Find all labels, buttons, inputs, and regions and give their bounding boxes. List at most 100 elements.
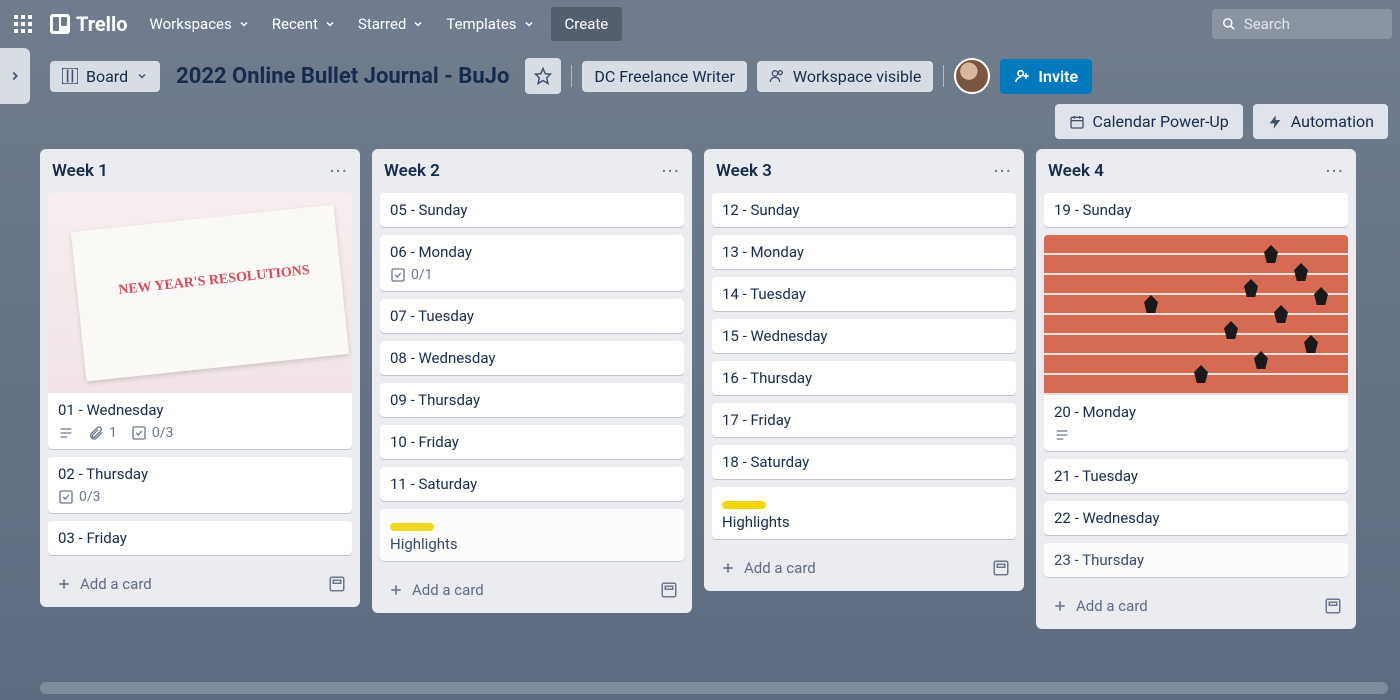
add-card-label: Add a card — [412, 581, 484, 599]
list-title[interactable]: Week 3 — [716, 161, 772, 181]
calendar-label: Calendar Power-Up — [1093, 112, 1229, 131]
search-input[interactable] — [1244, 15, 1382, 33]
card-title: 15 - Wednesday — [722, 327, 1006, 345]
divider — [571, 65, 572, 87]
card[interactable]: 07 - Tuesday — [380, 299, 684, 333]
top-nav: Trello WorkspacesRecentStarredTemplates … — [0, 0, 1400, 48]
search-box[interactable] — [1212, 9, 1392, 39]
nav-item-label: Recent — [272, 15, 318, 33]
automation-label: Automation — [1291, 112, 1374, 131]
nav-item-label: Workspaces — [150, 15, 232, 33]
nav-item-workspaces[interactable]: Workspaces — [140, 9, 260, 39]
list-title[interactable]: Week 1 — [52, 161, 108, 181]
card[interactable]: 17 - Friday — [712, 403, 1016, 437]
card-template-button[interactable] — [656, 577, 682, 603]
visibility-button[interactable]: Workspace visible — [757, 61, 934, 92]
card-title: 20 - Monday — [1054, 403, 1338, 421]
card[interactable]: 02 - Thursday0/3 — [48, 457, 352, 513]
card-template-button[interactable] — [1320, 593, 1346, 619]
card[interactable]: 22 - Wednesday — [1044, 501, 1348, 535]
card[interactable]: 08 - Wednesday — [380, 341, 684, 375]
card[interactable]: 14 - Tuesday — [712, 277, 1016, 311]
board-header: Board 2022 Online Bullet Journal - BuJo … — [0, 48, 1400, 104]
brand-logo[interactable]: Trello — [44, 8, 134, 40]
calendar-powerup-button[interactable]: Calendar Power-Up — [1055, 104, 1243, 139]
create-button[interactable]: Create — [551, 7, 623, 41]
card[interactable]: 12 - Sunday — [712, 193, 1016, 227]
add-card-label: Add a card — [744, 559, 816, 577]
nav-item-templates[interactable]: Templates — [436, 9, 544, 39]
card[interactable]: 18 - Saturday — [712, 445, 1016, 479]
list-menu-button[interactable]: ··· — [1325, 159, 1344, 183]
invite-button[interactable]: Invite — [1000, 59, 1092, 94]
card-title: 21 - Tuesday — [1054, 467, 1338, 485]
brand-name: Trello — [76, 12, 128, 36]
board-title[interactable]: 2022 Online Bullet Journal - BuJo — [170, 64, 515, 89]
card-label-yellow[interactable] — [390, 523, 434, 531]
card[interactable]: 16 - Thursday — [712, 361, 1016, 395]
card-title: 07 - Tuesday — [390, 307, 674, 325]
card-cover-image — [48, 193, 352, 393]
card[interactable]: 09 - Thursday — [380, 383, 684, 417]
card[interactable]: 05 - Sunday — [380, 193, 684, 227]
add-card-button[interactable]: Add a card — [714, 555, 988, 581]
card-cover-image — [1044, 235, 1348, 395]
board-canvas: Week 1 ··· 01 - Wednesday10/3 02 - Thursday… — [0, 149, 1400, 669]
card-badges: 0/1 — [390, 267, 674, 283]
list-menu-button[interactable]: ··· — [993, 159, 1012, 183]
card-title: 05 - Sunday — [390, 201, 674, 219]
card[interactable]: 03 - Friday — [48, 521, 352, 555]
horizontal-scrollbar[interactable] — [40, 682, 1388, 694]
card-title: 06 - Monday — [390, 243, 674, 261]
board-icon — [62, 68, 78, 84]
list-menu-button[interactable]: ··· — [329, 159, 348, 183]
add-card-button[interactable]: Add a card — [50, 571, 324, 597]
card-template-button[interactable] — [324, 571, 350, 597]
list-title[interactable]: Week 4 — [1048, 161, 1104, 181]
sidebar-expand-button[interactable] — [0, 48, 30, 104]
checklist-badge: 0/1 — [390, 267, 433, 283]
list-cards: 05 - Sunday 06 - Monday 0/1 07 - Tuesday 08 … — [372, 193, 692, 569]
add-card-button[interactable]: Add a card — [382, 577, 656, 603]
workspace-button[interactable]: DC Freelance Writer — [582, 61, 747, 92]
card[interactable]: 13 - Monday — [712, 235, 1016, 269]
calendar-icon — [1069, 114, 1085, 130]
card-title: 08 - Wednesday — [390, 349, 674, 367]
card[interactable]: 21 - Tuesday — [1044, 459, 1348, 493]
card-title: Highlights — [390, 535, 674, 553]
list-menu-button[interactable]: ··· — [661, 159, 680, 183]
card[interactable]: 15 - Wednesday — [712, 319, 1016, 353]
list-title[interactable]: Week 2 — [384, 161, 440, 181]
nav-item-starred[interactable]: Starred — [348, 9, 434, 39]
list: Week 2 ··· 05 - Sunday 06 - Monday 0/1 07 - T… — [372, 149, 692, 613]
card-title: 10 - Friday — [390, 433, 674, 451]
list: Week 4 ··· 19 - Sunday 20 - Monday 21 - Tues… — [1036, 149, 1356, 629]
view-switcher[interactable]: Board — [50, 61, 160, 92]
star-button[interactable] — [525, 58, 561, 94]
chevron-down-icon — [523, 18, 535, 30]
card-title: 16 - Thursday — [722, 369, 1006, 387]
chevron-down-icon — [324, 18, 336, 30]
automation-button[interactable]: Automation — [1253, 104, 1388, 139]
card[interactable]: 23 - Thursday — [1044, 543, 1348, 577]
chevron-right-icon — [8, 69, 22, 83]
card[interactable]: 01 - Wednesday10/3 — [48, 193, 352, 449]
card[interactable]: 10 - Friday — [380, 425, 684, 459]
member-avatar[interactable] — [954, 58, 990, 94]
card[interactable]: Highlights — [380, 509, 684, 561]
visibility-label: Workspace visible — [793, 67, 922, 86]
checklist-badge: 0/3 — [131, 425, 174, 441]
card-title: 03 - Friday — [58, 529, 342, 547]
card-label-yellow[interactable] — [722, 501, 766, 509]
nav-item-recent[interactable]: Recent — [262, 9, 346, 39]
card[interactable]: 11 - Saturday — [380, 467, 684, 501]
add-card-button[interactable]: Add a card — [1046, 593, 1320, 619]
card[interactable]: 19 - Sunday — [1044, 193, 1348, 227]
card[interactable]: Highlights — [712, 487, 1016, 539]
card-title: 13 - Monday — [722, 243, 1006, 261]
card[interactable]: 06 - Monday 0/1 — [380, 235, 684, 291]
card-template-button[interactable] — [988, 555, 1014, 581]
card-title: 09 - Thursday — [390, 391, 674, 409]
card[interactable]: 20 - Monday — [1044, 235, 1348, 451]
apps-launcher-icon[interactable] — [8, 11, 38, 37]
